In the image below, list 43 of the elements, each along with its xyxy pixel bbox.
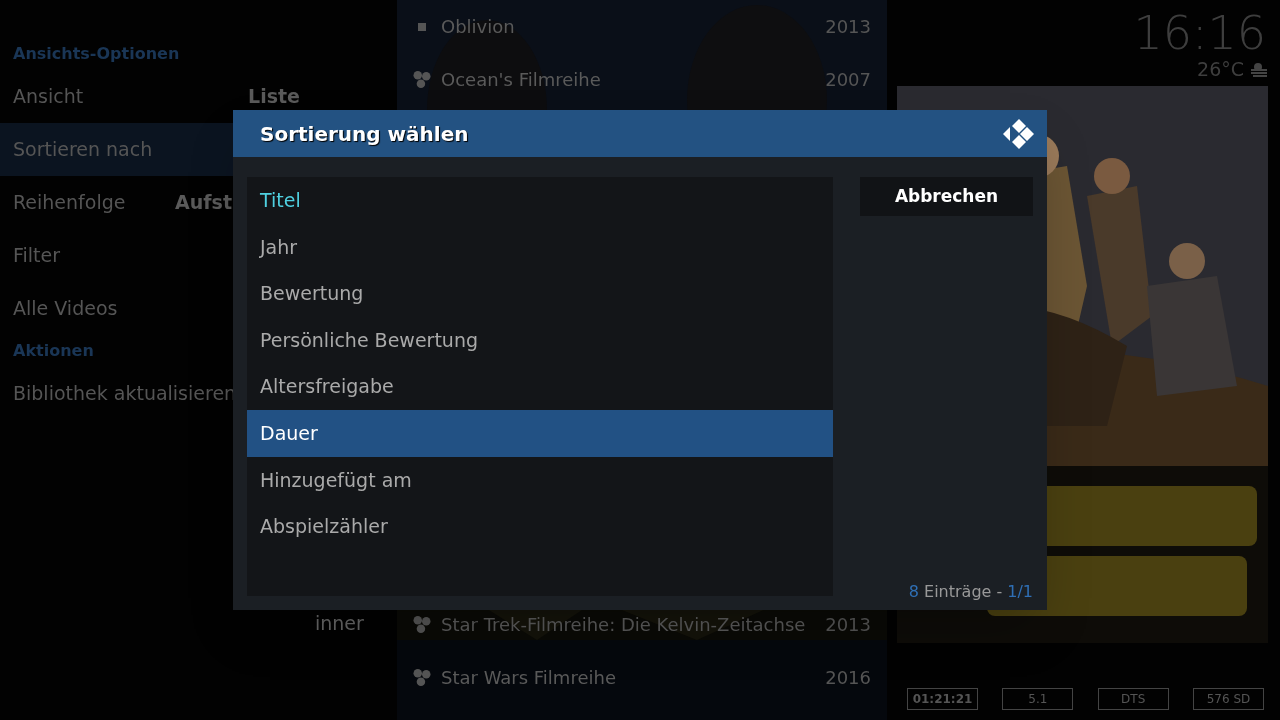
temperature: 26°C — [1197, 56, 1244, 82]
sort-option-label: Hinzugefügt am — [260, 467, 412, 493]
sort-option-label: Jahr — [260, 234, 298, 260]
sort-option[interactable]: Hinzugefügt am — [247, 456, 833, 504]
media-title[interactable]: Oblivion — [441, 13, 515, 40]
info-badge: 01:21:21 — [907, 688, 978, 710]
weather-icon — [1250, 61, 1268, 77]
sort-option-label: Bewertung — [260, 281, 364, 307]
media-year: 2007 — [825, 68, 871, 92]
sort-option[interactable]: Jahr — [247, 223, 833, 271]
option-item-text: inner — [315, 612, 364, 636]
media-year: 2013 — [825, 15, 871, 39]
option-item[interactable]: Ansicht Liste — [0, 70, 315, 123]
info-badge: 5.1 — [1002, 688, 1074, 710]
page-indicator: 1/1 — [1007, 581, 1033, 603]
sort-option[interactable]: Dauer — [247, 409, 833, 457]
media-year: 2016 — [825, 666, 871, 690]
clock: 16:16 — [1133, 10, 1267, 56]
item-count: 8 — [908, 581, 920, 603]
kodi-logo — [1003, 117, 1035, 150]
items-label: Einträge - — [924, 581, 1003, 603]
sort-option-label: Titel — [260, 188, 301, 214]
sort-option-label: Altersfreigabe — [260, 374, 394, 400]
film-set-icon — [413, 669, 431, 686]
film-set-icon — [413, 616, 431, 633]
section-heading: Ansichts-Optionen — [12, 43, 181, 65]
sort-option-label: Dauer — [260, 421, 318, 446]
film-set-icon — [413, 71, 431, 88]
sort-option-label: Abspielzähler — [260, 514, 388, 540]
media-title[interactable]: Star Wars Filmreihe — [441, 664, 616, 691]
media-title[interactable]: Star Trek-Filmreihe: Die Kelvin-Zeitachse — [441, 611, 806, 638]
sort-option[interactable]: Persönliche Bewertung — [247, 316, 833, 364]
sort-option[interactable]: Titel — [247, 177, 833, 224]
info-badge: 576 SD — [1193, 688, 1264, 710]
square-icon — [418, 22, 426, 31]
cancel-button[interactable]: Abbrechen — [860, 177, 1033, 216]
sort-option[interactable]: Bewertung — [247, 270, 833, 317]
media-title[interactable]: Ocean's Filmreihe — [441, 66, 601, 93]
sort-option[interactable]: Altersfreigabe — [247, 363, 833, 410]
info-badge: DTS — [1097, 688, 1169, 710]
media-year: 2013 — [825, 613, 871, 637]
sort-option[interactable]: Abspielzähler — [247, 503, 833, 550]
sort-option-label: Persönliche Bewertung — [260, 327, 478, 353]
